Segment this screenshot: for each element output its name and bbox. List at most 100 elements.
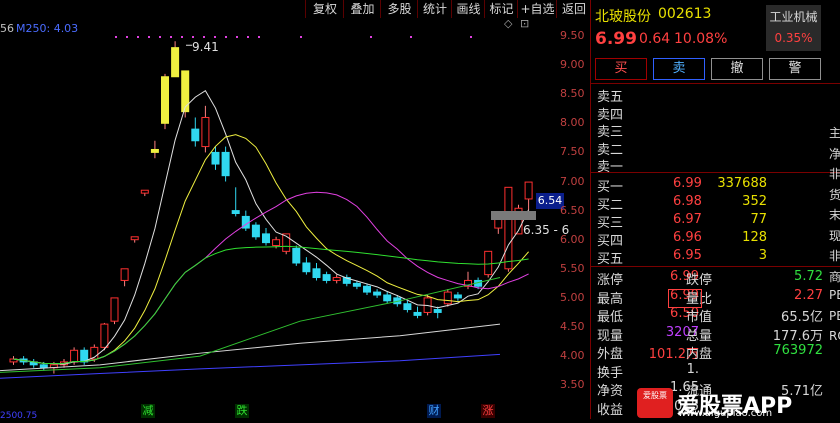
bid-price[interactable]: 6.98	[673, 194, 702, 209]
side-partial-label: 现	[829, 228, 840, 243]
candle	[150, 148, 159, 153]
y-tick-label: 8.00	[560, 116, 585, 130]
candle	[443, 291, 452, 305]
toolbar-button-4[interactable]: 画线	[451, 0, 485, 18]
divider	[591, 172, 840, 173]
bid-price[interactable]: 6.96	[673, 230, 702, 245]
toolbar-button-5[interactable]: 标记	[484, 0, 518, 18]
side-partial-label: 主	[829, 126, 840, 140]
candle	[140, 189, 149, 194]
ask-level-label: 卖五	[597, 90, 624, 105]
side-partial-label: 净	[829, 146, 840, 161]
stat-value: 177.6万	[772, 328, 823, 344]
bid-price[interactable]: 6.99	[673, 176, 702, 191]
sell-button[interactable]: 卖	[653, 58, 705, 80]
industry-name: 工业机械	[769, 10, 818, 24]
alert-button[interactable]: 警	[769, 58, 821, 80]
stat-value: 2.27	[794, 287, 823, 303]
side-partial-label: 非	[829, 167, 840, 181]
candle	[191, 128, 200, 142]
toolbar-button-2[interactable]: 多股	[380, 0, 418, 18]
bid-volume: 3	[758, 248, 767, 263]
toolbar-button-1[interactable]: 叠加	[343, 0, 381, 18]
mark-reduce[interactable]: 减	[141, 404, 155, 418]
stat-label: 外盘	[597, 347, 624, 362]
side-partial-label: 非	[829, 249, 840, 263]
candle	[201, 116, 210, 148]
toolbar-button-6[interactable]: +自选	[517, 0, 557, 18]
y-tick-label: 5.50	[560, 261, 585, 275]
stat-label: 跌停	[686, 273, 713, 288]
signal-dot	[115, 36, 117, 38]
candle	[272, 239, 281, 247]
stat-value: 763972	[773, 343, 823, 358]
toolbar-button-0[interactable]: 复权	[305, 0, 344, 18]
candle	[221, 151, 230, 177]
stat-value: 1.	[686, 361, 699, 377]
diamond-icon[interactable]: ◇	[504, 17, 512, 30]
signal-dot	[126, 36, 128, 38]
candle	[363, 285, 371, 293]
y-tick-label: 3.50	[560, 378, 585, 392]
stat-value: 65.5亿	[781, 310, 823, 325]
expand-icon[interactable]: ⊡	[520, 17, 529, 30]
industry-box[interactable]: 工业机械 0.35%	[766, 5, 821, 51]
candle	[433, 309, 442, 313]
signal-dot	[258, 36, 260, 38]
buy-button[interactable]: 买	[595, 58, 647, 80]
stock-change: 0.64	[639, 31, 671, 47]
signal-dot	[192, 36, 194, 38]
mark-finance[interactable]: 财	[427, 404, 441, 418]
candle	[383, 294, 392, 302]
y-tick-label: 4.00	[560, 349, 585, 363]
side-partial-label: PE	[829, 288, 840, 302]
y-tick-label: 9.00	[560, 58, 585, 72]
cancel-button[interactable]: 撤	[711, 58, 763, 80]
stat-label: 现量	[597, 328, 624, 344]
candle	[70, 349, 79, 363]
side-partial-label: 末	[829, 208, 840, 222]
watermark-url: www.aigupiao.com	[678, 408, 773, 419]
stock-code: 002613	[658, 6, 712, 22]
y-tick-label: 5.00	[560, 290, 585, 304]
candle	[504, 186, 513, 270]
y-tick-label: 7.50	[560, 145, 585, 159]
stat-label: 内盘	[686, 347, 713, 362]
quote-panel: 北玻股份 002613 工业机械 0.35% 6.99 0.64 10.08% …	[590, 0, 840, 419]
stat-label: 换手	[597, 365, 624, 381]
candle	[413, 311, 422, 316]
ask-level-label: 卖二	[597, 142, 624, 158]
signal-dot	[181, 36, 183, 38]
mark-rise[interactable]: 涨	[481, 404, 495, 418]
stock-price: 6.99	[595, 29, 637, 49]
candle	[524, 181, 533, 200]
mark-fall[interactable]: 跌	[235, 404, 249, 418]
bid-volume: 77	[750, 212, 767, 227]
bottom-left-value: 2500.75	[0, 411, 38, 421]
ask-level-label: 卖四	[597, 107, 624, 123]
candle	[110, 297, 119, 322]
candle	[322, 274, 331, 281]
toolbar-button-7[interactable]: 返回	[556, 0, 591, 18]
bid-volume: 337688	[717, 176, 767, 191]
y-tick-label: 4.50	[560, 320, 585, 333]
y-tick-label: 9.50	[560, 29, 585, 42]
signal-dot	[236, 36, 238, 38]
candle	[484, 250, 493, 276]
bid-price[interactable]: 6.97	[673, 212, 702, 227]
y-tick-label: 7.00	[560, 174, 585, 188]
signal-dot	[410, 36, 412, 38]
bid-price[interactable]: 6.95	[673, 248, 702, 263]
signal-dot	[137, 36, 139, 38]
watermark-logo-text: 爱股票	[643, 391, 667, 400]
candle	[262, 233, 270, 244]
signal-dot	[170, 36, 172, 38]
bid-volume: 128	[742, 230, 767, 245]
candle	[171, 47, 180, 78]
candle	[100, 323, 109, 348]
bid-level-label: 买一	[597, 180, 624, 195]
bid-level-label: 买三	[597, 216, 624, 231]
long-moving-average-line	[0, 323, 501, 372]
signal-dot	[470, 36, 472, 38]
toolbar-button-3[interactable]: 统计	[417, 0, 452, 18]
